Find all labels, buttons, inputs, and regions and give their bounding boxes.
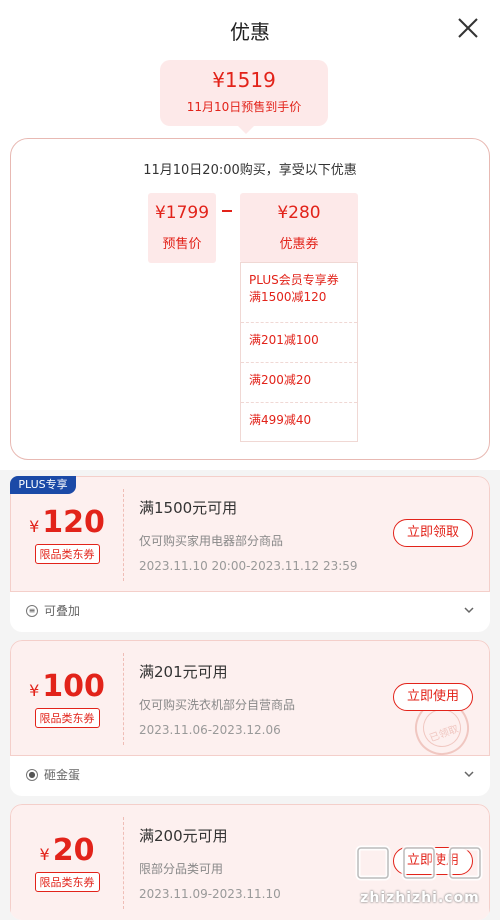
final-price-caption: 11月10日预售到手价 [186, 100, 302, 114]
coupon-footer-text: 砸金蛋 [44, 768, 81, 782]
coupon-period: 2023.11.06-2023.12.06 [139, 723, 281, 737]
coupon-amount: ¥20 [11, 833, 123, 868]
chevron-down-icon[interactable] [462, 603, 476, 617]
coupon-item-line1: 满201减100 [249, 333, 319, 347]
coupon-footer-text: 可叠加 [44, 604, 81, 618]
coupon-amount: ¥100 [11, 669, 123, 704]
currency-symbol: ¥ [39, 845, 50, 864]
currency-symbol: ¥ [29, 681, 40, 700]
coupon-amount: ¥120 [11, 505, 123, 540]
coupon-item-line2: 满1500减120 [249, 290, 327, 304]
coupon-title: 满1500元可用 [139, 499, 238, 517]
presale-price: ¥1799 [154, 203, 210, 223]
watermark: zhizhizhi.com [350, 838, 490, 918]
coupon-amount-number: 120 [42, 505, 105, 540]
coupon-total: ¥280 [277, 203, 321, 223]
coupon-card-body: ¥120 限品类东券 满1500元可用 仅可购买家用电器部分商品 2023.11… [10, 476, 490, 592]
close-icon[interactable] [454, 14, 482, 42]
bubble-pointer [238, 126, 254, 134]
coupon-footer[interactable]: ≡ 可叠加 [10, 592, 490, 632]
use-button[interactable]: 立即使用 [393, 683, 473, 711]
coupon-total-label: 优惠券 [279, 237, 319, 252]
chevron-down-icon[interactable] [462, 767, 476, 781]
coupon-period: 2023.11.10 20:00-2023.11.12 23:59 [139, 559, 358, 573]
claim-button[interactable]: 立即领取 [393, 519, 473, 547]
coupon-info: 满201元可用 仅可购买洗衣机部分自营商品 2023.11.06-2023.12… [139, 661, 295, 737]
coupon-value: ¥20 限品类东券 [11, 805, 123, 892]
breakdown-heading: 11月10日20:00购买，享受以下优惠 [143, 163, 357, 178]
stack-icon: ≡ [26, 605, 38, 617]
coupon-card: ¥100 限品类东券 满201元可用 仅可购买洗衣机部分自营商品 2023.11… [10, 640, 490, 796]
currency-symbol: ¥ [29, 517, 40, 536]
list-item: 满200减20 [241, 363, 357, 403]
coupon-breakdown-list: PLUS会员专享券 满1500减120 满201减100 满200减20 满49… [240, 262, 358, 442]
presale-label: 预售价 [162, 237, 202, 252]
coupon-amount-number: 20 [52, 833, 95, 868]
coupon-title: 满201元可用 [139, 663, 228, 681]
coupon-item-line1: PLUS会员专享券 [249, 273, 339, 287]
coupon-total-box: ¥280 优惠券 [240, 193, 358, 263]
watermark-text: zhizhizhi.com [360, 890, 480, 906]
final-price: ¥1519 [212, 68, 276, 92]
coupon-card-body: ¥100 限品类东券 满201元可用 仅可购买洗衣机部分自营商品 2023.11… [10, 640, 490, 763]
egg-icon: ● [26, 769, 38, 781]
minus-sign [222, 210, 232, 212]
page-title: 优惠 [230, 20, 270, 44]
coupon-info: 满200元可用 限部分品类可用 2023.11.09-2023.11.10 [139, 825, 281, 901]
final-price-bubble: ¥1519 11月10日预售到手价 [160, 60, 328, 126]
coupon-desc: 限部分品类可用 [139, 862, 224, 876]
header-bar: 优惠 [0, 0, 500, 60]
coupon-amount-number: 100 [42, 669, 105, 704]
coupon-desc: 仅可购买家用电器部分商品 [139, 534, 284, 548]
coupon-footer[interactable]: ● 砸金蛋 [10, 756, 490, 796]
plus-badge: PLUS专享 [10, 476, 76, 494]
coupon-item-line1: 满200减20 [249, 373, 312, 387]
coupon-desc: 仅可购买洗衣机部分自营商品 [139, 698, 296, 712]
coupon-info: 满1500元可用 仅可购买家用电器部分商品 2023.11.10 20:00-2… [139, 497, 358, 573]
coupon-item-line1: 满499减40 [249, 413, 312, 427]
list-item: 满201减100 [241, 323, 357, 363]
coupon-card: ¥120 限品类东券 满1500元可用 仅可购买家用电器部分商品 2023.11… [10, 476, 490, 632]
presale-price-box: ¥1799 预售价 [148, 193, 216, 263]
coupon-type-tag: 限品类东券 [34, 708, 100, 728]
divider [123, 653, 124, 745]
coupon-type-tag: 限品类东券 [34, 544, 100, 564]
coupon-title: 满200元可用 [139, 827, 228, 845]
list-item: 满499减40 [241, 403, 357, 443]
coupon-value: ¥100 限品类东券 [11, 641, 123, 728]
coupon-period: 2023.11.09-2023.11.10 [139, 887, 281, 901]
coupon-type-tag: 限品类东券 [34, 872, 100, 892]
divider [123, 817, 124, 909]
divider [123, 489, 124, 581]
list-item: PLUS会员专享券 满1500减120 [241, 263, 357, 323]
watermark-logo-icon [355, 845, 483, 881]
